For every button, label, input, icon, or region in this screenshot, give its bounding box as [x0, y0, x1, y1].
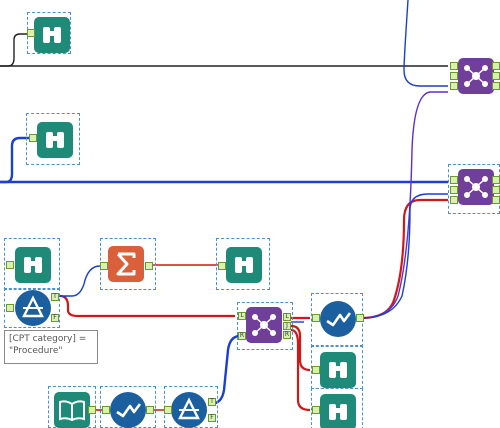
false-output-anchor[interactable]: F — [208, 414, 216, 422]
input-anchor[interactable] — [27, 29, 35, 37]
right-input-anchor[interactable]: R — [238, 332, 246, 340]
checkmark-wave-icon — [116, 403, 142, 418]
sample-tool-1[interactable] — [320, 301, 356, 337]
input-anchor[interactable] — [218, 262, 226, 270]
union-tool-1[interactable] — [458, 58, 494, 94]
input-anchor[interactable] — [312, 314, 320, 322]
browse-tool-3[interactable] — [15, 247, 51, 283]
input-anchor[interactable] — [312, 406, 320, 414]
input-anchor[interactable] — [164, 406, 172, 414]
filter-annotation: [CPT category] = "Procedure" — [4, 330, 98, 364]
input-anchor[interactable] — [450, 72, 458, 80]
wire-red-filter-to-summarize-blue — [59, 265, 101, 297]
browse-tool-5[interactable] — [320, 352, 356, 388]
browse-tool-6[interactable] — [320, 394, 356, 428]
output-anchor[interactable] — [88, 406, 96, 414]
input-anchor[interactable] — [6, 261, 14, 269]
input-tool[interactable] — [54, 392, 90, 428]
book-icon — [59, 400, 85, 422]
wire-black-to-browse1 — [0, 33, 30, 67]
union-icon — [252, 314, 276, 336]
input-anchor[interactable] — [102, 406, 110, 414]
output-anchor[interactable] — [356, 314, 364, 322]
input-anchor[interactable] — [450, 62, 458, 70]
left-input-anchor[interactable]: L — [238, 312, 246, 320]
input-anchor[interactable] — [450, 82, 458, 90]
input-anchor[interactable] — [29, 134, 37, 142]
input-anchor[interactable] — [312, 366, 320, 374]
input-anchor[interactable] — [450, 196, 458, 204]
wire-blue-tall — [403, 0, 448, 87]
binoculars-icon — [43, 27, 61, 43]
input-anchor[interactable] — [450, 176, 458, 184]
join-output-anchor[interactable]: J — [283, 322, 291, 330]
summarize-tool[interactable] — [108, 246, 144, 282]
wire-red-filter-to-union3 — [59, 294, 235, 318]
input-anchor[interactable] — [100, 262, 108, 270]
true-output-anchor[interactable]: T — [51, 293, 59, 301]
false-output-anchor[interactable]: F — [51, 314, 59, 322]
sigma-icon — [116, 252, 136, 276]
filter-triangle-icon — [178, 397, 200, 420]
output-anchor[interactable] — [145, 262, 153, 270]
union-icon — [464, 65, 488, 87]
workflow-canvas[interactable]: T F [CPT category] = "Procedure" L R L J… — [0, 0, 500, 428]
binoculars-icon — [24, 257, 42, 273]
input-anchor[interactable] — [6, 304, 14, 312]
output-anchor[interactable] — [146, 406, 154, 414]
binoculars-icon — [235, 257, 253, 273]
input-anchor[interactable] — [450, 186, 458, 194]
union-tool-2[interactable] — [458, 169, 494, 205]
sample-tool-2[interactable] — [110, 392, 146, 428]
right-output-anchor[interactable]: R — [283, 331, 291, 339]
browse-tool-4[interactable] — [226, 247, 262, 283]
union-tool-3[interactable] — [246, 307, 282, 343]
output-anchor[interactable] — [492, 176, 500, 184]
output-anchor[interactable] — [492, 82, 500, 90]
binoculars-icon — [329, 362, 347, 378]
browse-tool-2[interactable] — [37, 122, 73, 158]
filter-triangle-icon — [22, 295, 44, 318]
binoculars-icon — [329, 404, 347, 420]
checkmark-wave-icon — [326, 312, 352, 327]
output-anchor[interactable] — [492, 62, 500, 70]
filter-tool-1[interactable] — [15, 290, 51, 326]
union-icon — [464, 176, 488, 198]
filter-tool-2[interactable] — [171, 392, 207, 428]
left-output-anchor[interactable]: L — [283, 313, 291, 321]
output-anchor[interactable] — [492, 186, 500, 194]
output-anchor[interactable] — [492, 72, 500, 80]
output-anchor[interactable] — [492, 196, 500, 204]
true-output-anchor[interactable]: T — [208, 398, 216, 406]
binoculars-icon — [46, 132, 64, 148]
wire-red-union3-to-browse5 — [290, 324, 311, 372]
browse-tool-1[interactable] — [34, 17, 70, 53]
